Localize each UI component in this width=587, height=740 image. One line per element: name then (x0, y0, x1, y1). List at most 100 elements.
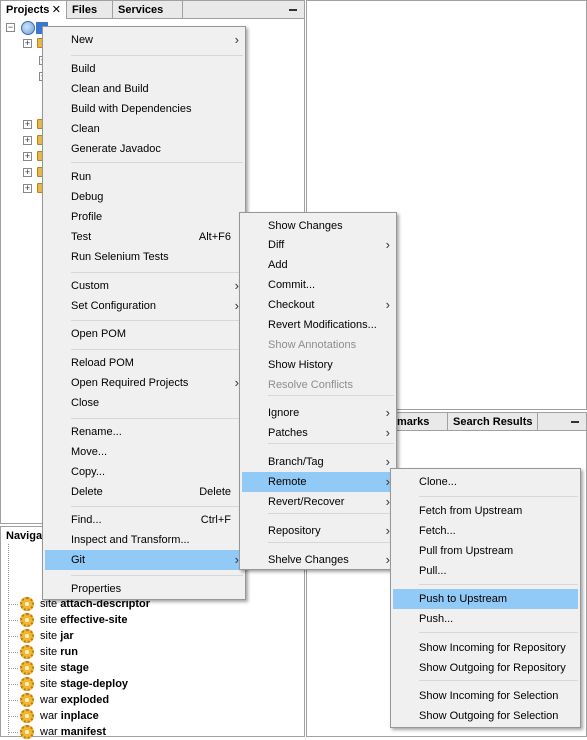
tab-services[interactable]: Services (113, 1, 183, 19)
goal-prefix: site (40, 630, 58, 642)
menu-item-build[interactable]: Build (45, 59, 243, 79)
goal-prefix: site (40, 662, 58, 674)
goal-label: war manifest (40, 724, 106, 740)
menu-item-repository[interactable]: Repository › (242, 521, 394, 541)
menu-item-generate-javadoc[interactable]: Generate Javadoc (45, 139, 243, 159)
menu-item-patches[interactable]: Patches › (242, 423, 394, 443)
goal-name: effective-site (60, 614, 128, 626)
menu-item-label: Debug (71, 191, 104, 203)
menu-separator (268, 542, 394, 543)
menu-item-show-incoming-for-repository[interactable]: Show Incoming for Repository (393, 638, 578, 658)
menu-item-push-to-upstream[interactable]: Push to Upstream (393, 589, 578, 609)
minimize-icon[interactable] (288, 5, 298, 15)
shortcut-label: Ctrl+F (200, 514, 231, 526)
tree-connector (8, 732, 18, 733)
menu-item-label: Open POM (71, 328, 127, 340)
menu-item-rename[interactable]: Rename... (45, 422, 243, 442)
menu-item-show-incoming-for-selection[interactable]: Show Incoming for Selection (393, 686, 578, 706)
menu-item-push[interactable]: Push... (393, 609, 578, 629)
menu-item-clean[interactable]: Clean (45, 119, 243, 139)
menu-item-add[interactable]: Add (242, 255, 394, 275)
gear-icon (20, 661, 34, 675)
menu-item-debug[interactable]: Debug (45, 187, 243, 207)
menu-item-find[interactable]: Find... Ctrl+F (45, 510, 243, 530)
menu-item-fetch-from-upstream[interactable]: Fetch from Upstream (393, 501, 578, 521)
menu-item-revert-recover[interactable]: Revert/Recover › (242, 492, 394, 512)
menu-item-revert-modifications[interactable]: Revert Modifications... (242, 315, 394, 335)
tree-collapse-icon[interactable]: − (6, 23, 15, 32)
menu-item-diff[interactable]: Diff › (242, 235, 394, 255)
menu-item-label: Push to Upstream (419, 593, 508, 605)
menu-item-move[interactable]: Move... (45, 442, 243, 462)
menu-item-new[interactable]: New › (45, 30, 243, 50)
menu-item-label: Commit... (268, 279, 316, 291)
menu-item-label: Open Required Projects (71, 377, 189, 389)
menu-item-set-configuration[interactable]: Set Configuration › (45, 296, 243, 316)
tab-search-results[interactable]: Search Results (448, 413, 538, 431)
menu-item-commit[interactable]: Commit... (242, 275, 394, 295)
tab-files[interactable]: Files (67, 1, 113, 19)
menu-item-show-changes[interactable]: Show Changes (242, 216, 394, 236)
menu-item-reload-pom[interactable]: Reload POM (45, 353, 243, 373)
menu-item-custom[interactable]: Custom › (45, 276, 243, 296)
menu-separator (71, 506, 243, 507)
goal-label: site stage-deploy (40, 676, 128, 692)
close-icon[interactable]: ✕ (52, 1, 61, 19)
menu-separator (71, 418, 243, 419)
menu-item-clone[interactable]: Clone... (393, 472, 578, 492)
menu-item-build-with-dependencies[interactable]: Build with Dependencies (45, 99, 243, 119)
menu-item-properties[interactable]: Properties (45, 579, 243, 599)
menu-item-delete[interactable]: Delete Delete (45, 482, 243, 502)
menu-item-label: Show Changes (268, 220, 343, 232)
menu-item-label: Add (268, 259, 288, 271)
menu-separator (71, 320, 243, 321)
gear-icon (20, 629, 34, 643)
menu-item-shelve-changes[interactable]: Shelve Changes › (242, 550, 394, 570)
menu-separator (419, 496, 578, 497)
menu-item-run[interactable]: Run (45, 167, 243, 187)
menu-item-label: Ignore (268, 407, 300, 419)
menu-item-git[interactable]: Git › (45, 550, 243, 570)
menu-item-ignore[interactable]: Ignore › (242, 403, 394, 423)
menu-item-label: Run (71, 171, 92, 183)
goal-prefix: war (40, 726, 58, 738)
menu-item-inspect-and-transform[interactable]: Inspect and Transform... (45, 530, 243, 550)
menu-item-test[interactable]: Test Alt+F6 (45, 227, 243, 247)
tab-projects[interactable]: Projects ✕ (1, 1, 67, 19)
menu-item-open-required-projects[interactable]: Open Required Projects › (45, 373, 243, 393)
tree-expand-icon[interactable]: + (23, 168, 32, 177)
tree-expand-icon[interactable]: + (23, 184, 32, 193)
menu-item-show-outgoing-for-repository[interactable]: Show Outgoing for Repository (393, 658, 578, 678)
menu-item-show-outgoing-for-selection[interactable]: Show Outgoing for Selection (393, 706, 578, 726)
menu-item-label: Git (71, 554, 86, 566)
menu-item-remote[interactable]: Remote › (242, 472, 394, 492)
menu-item-show-history[interactable]: Show History (242, 355, 394, 375)
menu-item-label: Repository (268, 525, 321, 537)
tree-expand-icon[interactable]: + (23, 39, 32, 48)
menu-item-pull[interactable]: Pull... (393, 561, 578, 581)
menu-item-checkout[interactable]: Checkout › (242, 295, 394, 315)
tree-expand-icon[interactable]: + (23, 152, 32, 161)
menu-item-branch-tag[interactable]: Branch/Tag › (242, 452, 394, 472)
minimize-icon[interactable] (570, 417, 580, 427)
tree-expand-icon[interactable]: + (23, 120, 32, 129)
menu-item-copy[interactable]: Copy... (45, 462, 243, 482)
chevron-right-icon: › (385, 297, 390, 312)
menu-separator (268, 443, 394, 444)
menu-separator (268, 513, 394, 514)
shortcut-label: Alt+F6 (198, 231, 231, 243)
tree-connector (8, 620, 18, 621)
goal-label: site effective-site (40, 612, 127, 628)
menu-item-label: Clean and Build (71, 83, 149, 95)
tree-expand-icon[interactable]: + (23, 136, 32, 145)
menu-item-open-pom[interactable]: Open POM (45, 324, 243, 344)
menu-item-fetch[interactable]: Fetch... (393, 521, 578, 541)
menu-item-pull-from-upstream[interactable]: Pull from Upstream (393, 541, 578, 561)
menu-item-label: Checkout (268, 299, 315, 311)
menu-item-profile[interactable]: Profile (45, 207, 243, 227)
menu-item-clean-and-build[interactable]: Clean and Build (45, 79, 243, 99)
menu-item-label: Clone... (419, 476, 457, 488)
menu-item-close[interactable]: Close (45, 393, 243, 413)
menu-item-run-selenium-tests[interactable]: Run Selenium Tests (45, 247, 243, 267)
tab-bookmarks[interactable]: marks (391, 413, 448, 431)
